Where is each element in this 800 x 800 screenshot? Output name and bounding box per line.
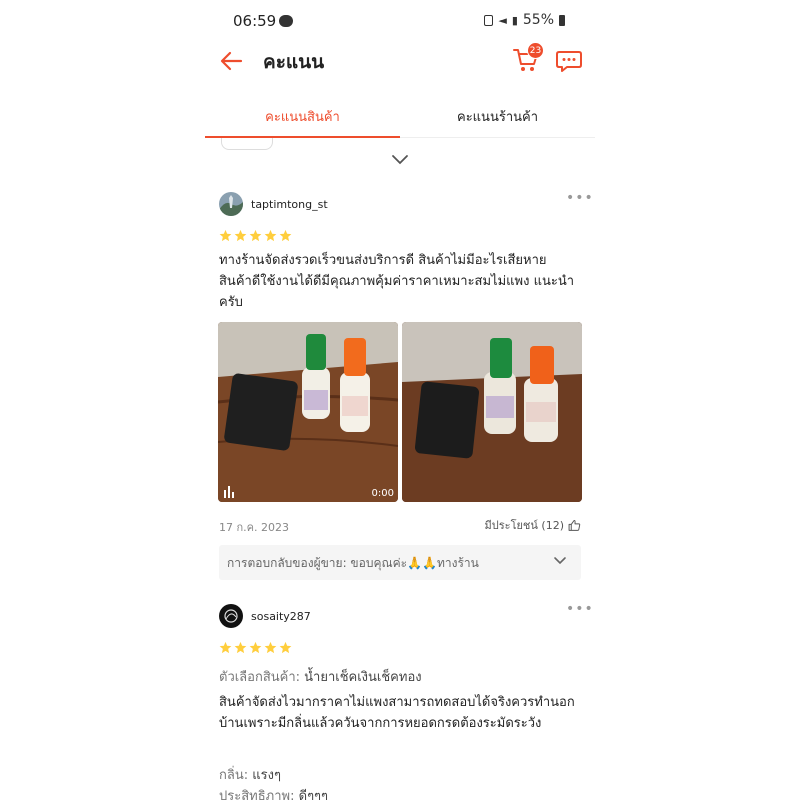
attribute-value: แรงๆ bbox=[252, 768, 281, 783]
attribute-performance: ประสิทธิภาพ: ดีๆๆๆ bbox=[219, 785, 328, 800]
attribute-label: ประสิทธิภาพ: bbox=[219, 789, 295, 800]
star-icon bbox=[249, 641, 262, 654]
reviewer-name[interactable]: sosaity287 bbox=[251, 610, 311, 623]
attribute-label: กลิ่น: bbox=[219, 768, 249, 783]
star-icon bbox=[219, 641, 232, 654]
variant-label: ตัวเลือกสินค้า: bbox=[219, 670, 301, 685]
more-options-icon[interactable]: ••• bbox=[566, 601, 594, 617]
avatar[interactable] bbox=[219, 604, 243, 628]
review-text: สินค้าจัดส่งไวมากราคาไม่แพงสามารถทดสอบได… bbox=[219, 695, 575, 731]
star-rating bbox=[219, 641, 292, 654]
star-icon bbox=[234, 641, 247, 654]
product-variant: ตัวเลือกสินค้า: น้ำยาเช็คเงินเช็คทอง bbox=[219, 666, 422, 687]
attribute-smell: กลิ่น: แรงๆ bbox=[219, 764, 281, 785]
review-item: sosaity287 ••• ตัวเลือกสินค้า: น้ำยาเช็ค… bbox=[205, 0, 595, 800]
star-icon bbox=[279, 641, 292, 654]
variant-value: น้ำยาเช็คเงินเช็คทอง bbox=[304, 670, 422, 685]
attribute-value: ดีๆๆๆ bbox=[298, 789, 329, 800]
star-icon bbox=[264, 641, 277, 654]
phone-screen: 06:59 ◄ ▮ 55% คะแนน 23 คะแนนสินค้า คะแนน… bbox=[205, 0, 595, 800]
